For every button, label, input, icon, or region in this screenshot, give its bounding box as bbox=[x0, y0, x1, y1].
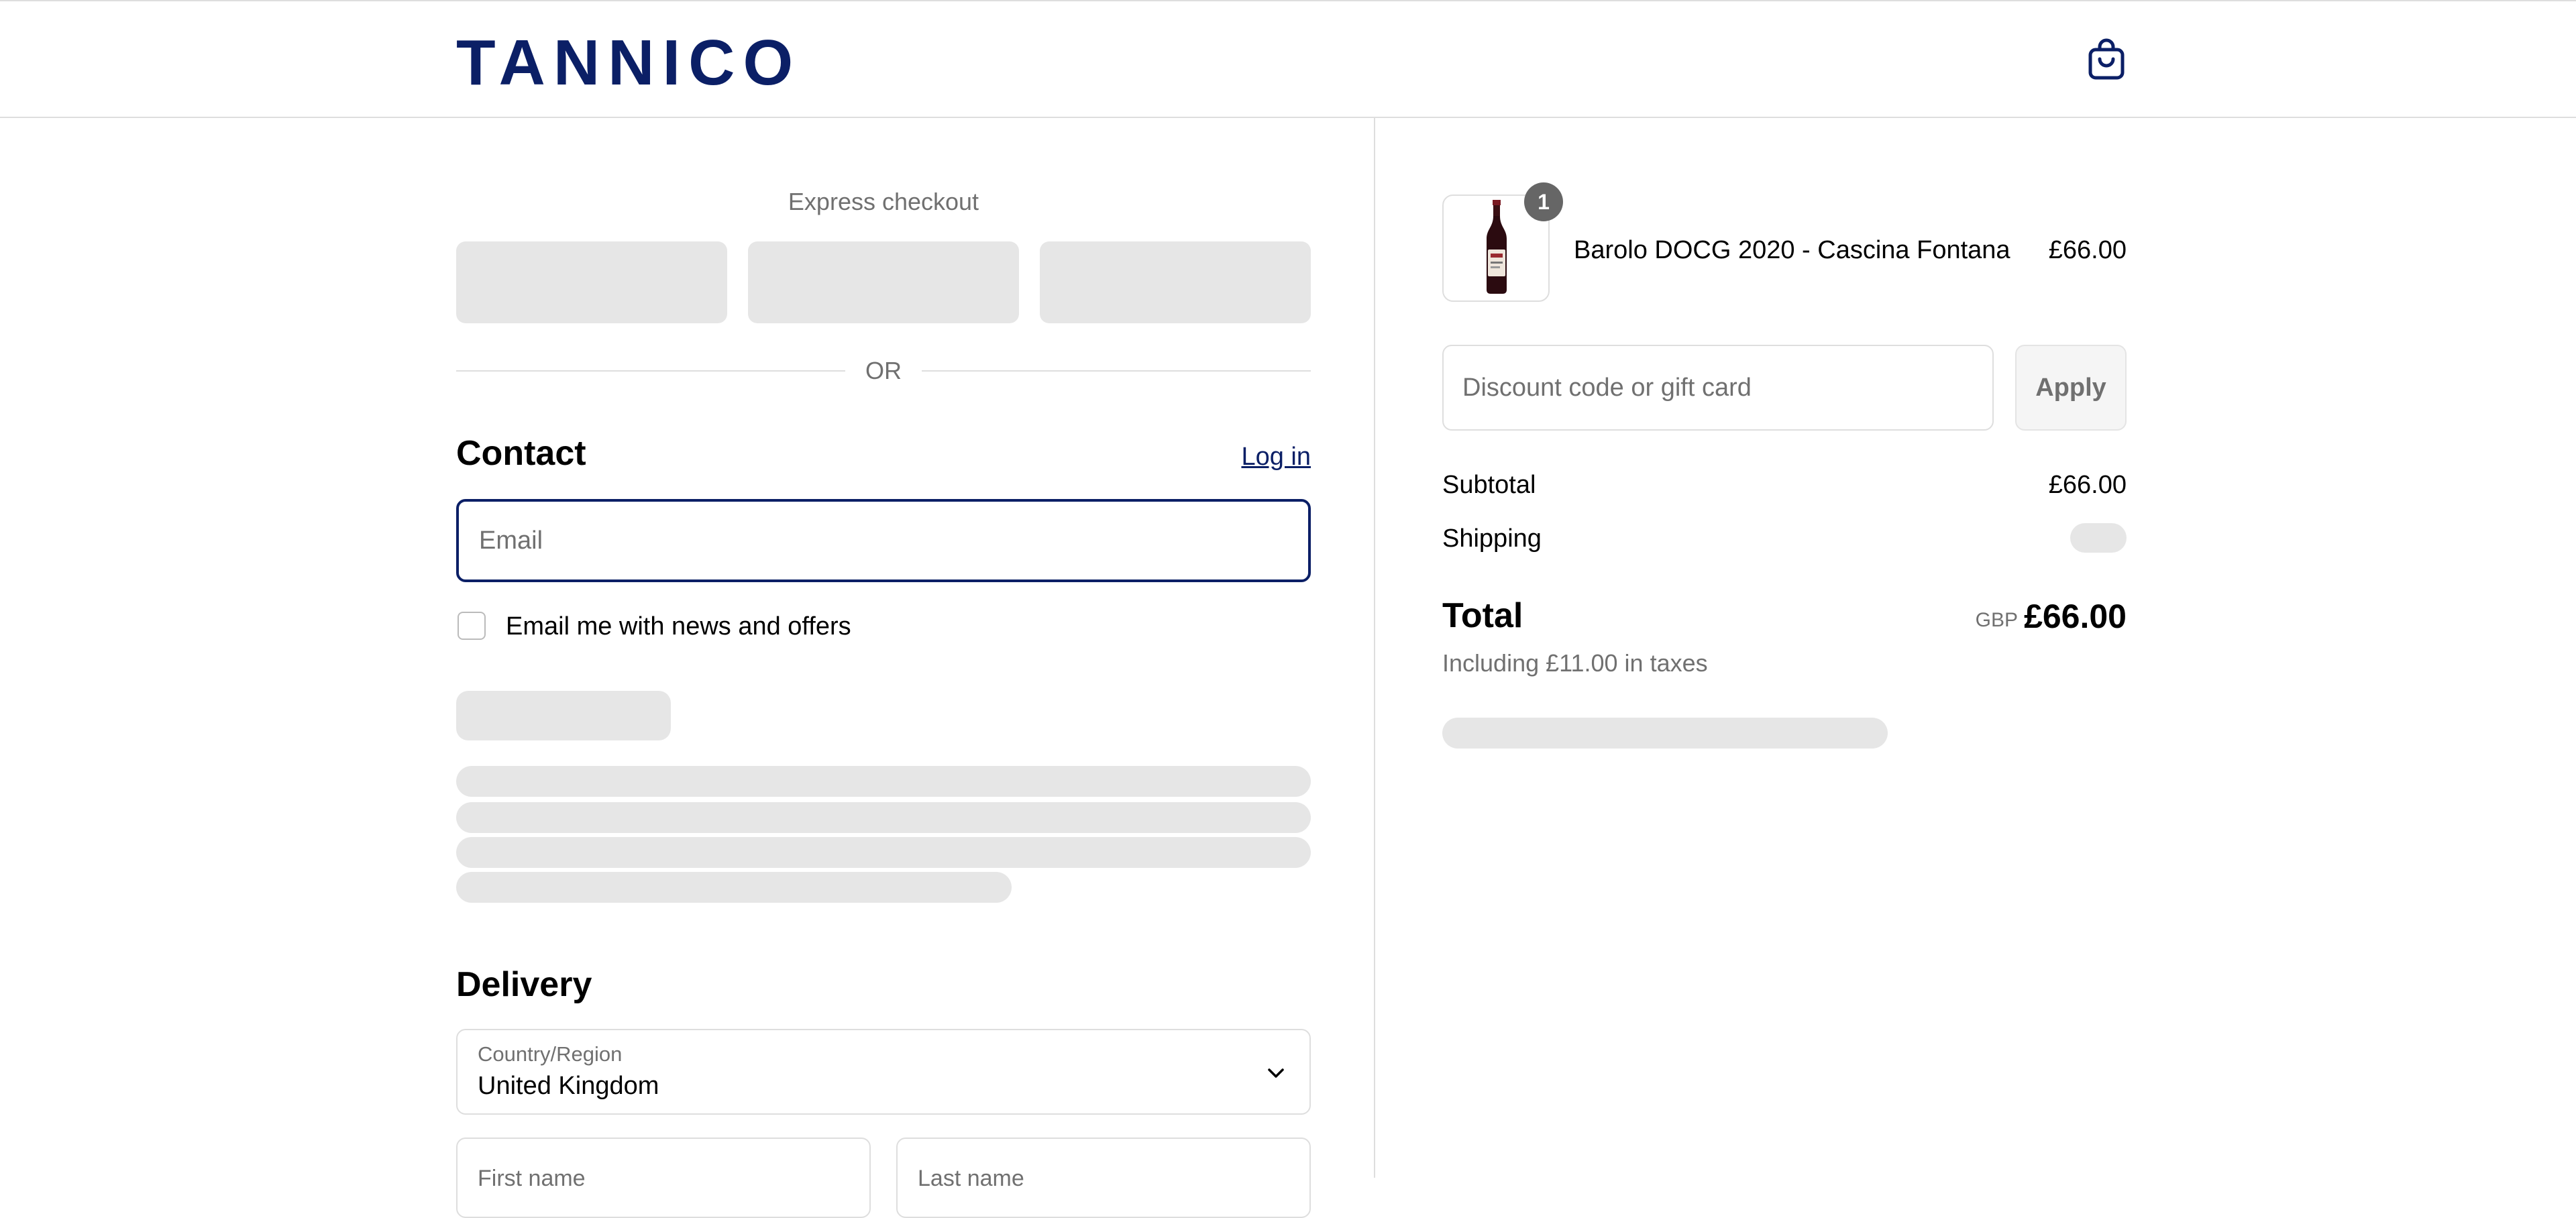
column-divider bbox=[1374, 118, 1375, 1178]
email-field[interactable]: Email bbox=[456, 499, 1311, 582]
total-amount: £66.00 bbox=[2024, 598, 2127, 635]
total-label: Total bbox=[1442, 596, 1523, 635]
shipping-loading-skeleton bbox=[2070, 523, 2127, 553]
apply-discount-button[interactable]: Apply bbox=[2015, 345, 2127, 431]
order-summary-panel bbox=[1375, 118, 2576, 1178]
contact-title: Contact bbox=[456, 434, 586, 473]
or-divider-left bbox=[456, 370, 845, 372]
or-divider-right bbox=[922, 370, 1311, 372]
taxes-note: Including £11.00 in taxes bbox=[1442, 649, 1708, 677]
express-pay-button-loading[interactable] bbox=[456, 241, 727, 323]
shipping-label: Shipping bbox=[1442, 524, 1542, 553]
newsletter-label[interactable]: Email me with news and offers bbox=[506, 612, 851, 641]
loading-skeleton bbox=[1442, 718, 1888, 749]
product-price: £66.00 bbox=[2048, 236, 2127, 264]
shopping-bag-icon[interactable] bbox=[2088, 38, 2125, 80]
subtotal-value: £66.00 bbox=[2048, 471, 2127, 499]
site-header bbox=[0, 1, 2576, 118]
or-separator: OR bbox=[865, 357, 902, 384]
quantity-badge: 1 bbox=[1524, 182, 1563, 221]
express-checkout-title: Express checkout bbox=[788, 188, 979, 215]
chevron-down-icon bbox=[1268, 1068, 1284, 1078]
loading-skeleton bbox=[456, 837, 1311, 868]
product-name: Barolo DOCG 2020 - Cascina Fontana bbox=[1574, 236, 2010, 264]
loading-skeleton bbox=[456, 802, 1311, 833]
express-pay-button-loading[interactable] bbox=[748, 241, 1019, 323]
total-currency: GBP bbox=[1975, 609, 2018, 631]
country-value: United Kingdom bbox=[478, 1072, 659, 1100]
newsletter-checkbox[interactable] bbox=[458, 612, 486, 640]
last-name-field[interactable]: Last name bbox=[896, 1138, 1311, 1218]
discount-code-input[interactable]: Discount code or gift card bbox=[1442, 345, 1994, 431]
loading-skeleton bbox=[456, 766, 1311, 797]
loading-skeleton bbox=[456, 872, 1012, 903]
email-placeholder: Email bbox=[479, 527, 543, 555]
country-select[interactable]: Country/Region United Kingdom bbox=[456, 1029, 1311, 1115]
first-name-placeholder: First name bbox=[478, 1166, 586, 1191]
express-pay-button-loading[interactable] bbox=[1040, 241, 1311, 323]
tannico-logo[interactable]: TANNICO bbox=[456, 31, 801, 95]
last-name-placeholder: Last name bbox=[918, 1166, 1024, 1191]
subtotal-label: Subtotal bbox=[1442, 471, 1536, 499]
country-label: Country/Region bbox=[478, 1042, 623, 1066]
loading-skeleton bbox=[456, 691, 671, 740]
first-name-field[interactable]: First name bbox=[456, 1138, 871, 1218]
log-in-link[interactable]: Log in bbox=[1241, 443, 1311, 472]
delivery-title: Delivery bbox=[456, 965, 592, 1004]
discount-placeholder: Discount code or gift card bbox=[1462, 374, 1752, 402]
